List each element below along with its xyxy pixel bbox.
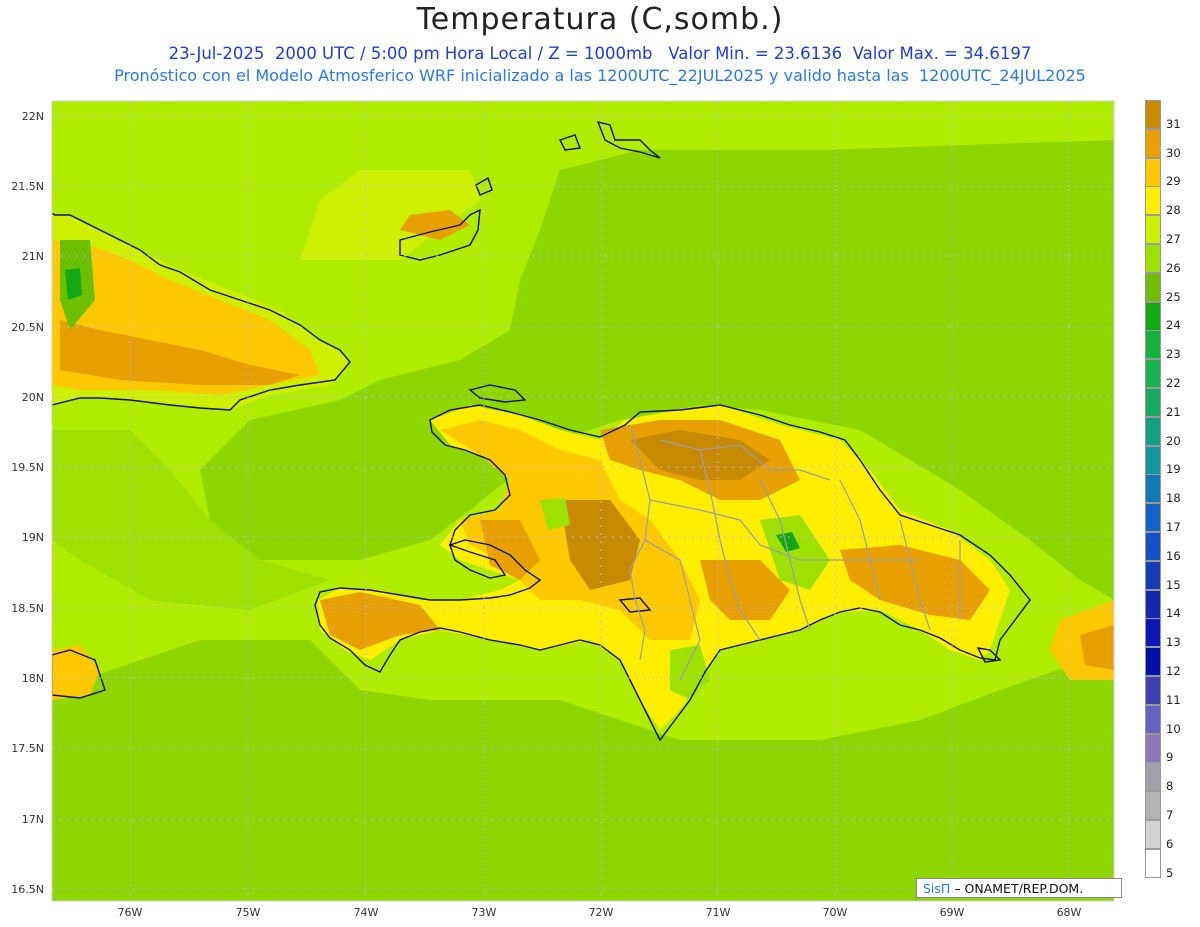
legend-label: 24 [1166, 318, 1181, 333]
legend-label: 30 [1166, 145, 1181, 160]
legend-label: 27 [1166, 232, 1181, 246]
lat-tick-18n: 18N [21, 672, 44, 685]
legend-label: 16 [1166, 548, 1181, 563]
legend-swatch [1145, 618, 1161, 648]
temperature-map [51, 100, 1115, 902]
legend-label: 20 [1166, 433, 1181, 448]
lon-tick-74w: 74W [353, 906, 379, 919]
legend-label: 29 [1166, 174, 1181, 189]
legend-swatch [1145, 676, 1161, 705]
lat-tick-19-5n: 19.5N [11, 461, 44, 474]
legend-swatch [1145, 215, 1161, 245]
legend-swatch [1145, 848, 1161, 878]
legend-label: 28 [1166, 203, 1181, 218]
legend-label: 9 [1166, 750, 1174, 765]
legend-label: 13 [1166, 635, 1181, 650]
legend-swatch [1145, 503, 1161, 533]
lon-tick-72w: 72W [588, 906, 614, 919]
lat-tick-20n: 20N [21, 391, 44, 404]
legend-swatch [1145, 330, 1161, 360]
legend-label: 26 [1166, 260, 1181, 275]
legend-swatch [1145, 244, 1161, 273]
legend-label: 18 [1166, 491, 1181, 506]
lon-tick-73w: 73W [471, 906, 497, 919]
legend-swatch [1145, 762, 1161, 792]
lat-tick-21n: 21N [21, 250, 44, 263]
legend-swatch [1145, 388, 1161, 417]
lon-tick-69w: 69W [939, 906, 965, 919]
legend-swatch [1145, 647, 1161, 677]
lon-tick-71w: 71W [705, 906, 731, 919]
lat-tick-18-5n: 18.5N [11, 602, 44, 615]
legend-label: 31 [1166, 116, 1181, 131]
legend-label: 22 [1166, 376, 1181, 390]
lat-tick-19n: 19N [21, 531, 44, 544]
credit-brand: SisΠ [923, 881, 951, 896]
legend-label: 7 [1166, 808, 1174, 822]
credit-badge: SisΠ – ONAMET/REP.DOM. [916, 878, 1122, 898]
legend-swatch [1145, 301, 1161, 331]
legend-label: 8 [1166, 779, 1174, 794]
legend-swatch [1145, 359, 1161, 389]
legend-swatch [1145, 704, 1161, 734]
legend-swatch [1145, 445, 1161, 475]
legend-swatch [1145, 128, 1161, 158]
legend-swatch [1145, 532, 1161, 561]
lat-tick-21-5n: 21.5N [11, 180, 44, 193]
legend-swatch [1145, 589, 1161, 619]
lon-tick-68w: 68W [1056, 906, 1082, 919]
legend-label: 10 [1166, 721, 1181, 736]
legend-label: 5 [1166, 865, 1174, 880]
legend-label: 23 [1166, 347, 1181, 362]
lat-tick-16-5n: 16.5N [11, 883, 44, 896]
legend-swatch [1145, 791, 1161, 821]
legend-label: 14 [1166, 606, 1181, 621]
legend-label: 12 [1166, 664, 1181, 678]
legend-label: 19 [1166, 462, 1181, 477]
legend-swatch [1145, 186, 1161, 216]
legend-label: 17 [1166, 520, 1181, 534]
legend-swatch [1145, 560, 1161, 590]
legend-swatch [1145, 100, 1161, 129]
legend-swatch [1145, 733, 1161, 763]
legend-label: 25 [1166, 289, 1181, 304]
legend-swatch [1145, 416, 1161, 446]
lon-tick-75w: 75W [235, 906, 261, 919]
legend-label: 11 [1166, 692, 1181, 707]
legend-label: 15 [1166, 577, 1181, 592]
lon-tick-76w: 76W [117, 906, 143, 919]
legend-label: 21 [1166, 404, 1181, 419]
legend-label: 6 [1166, 836, 1174, 851]
lat-tick-22n: 22N [21, 110, 44, 123]
credit-text: – ONAMET/REP.DOM. [954, 881, 1084, 896]
lat-tick-17n: 17N [21, 813, 44, 826]
legend-swatch [1145, 820, 1161, 849]
lon-tick-70w: 70W [822, 906, 848, 919]
lat-tick-20-5n: 20.5N [11, 321, 44, 334]
lat-tick-17-5n: 17.5N [11, 742, 44, 755]
legend-swatch [1145, 474, 1161, 504]
legend-swatch [1145, 157, 1161, 187]
cuba-mountain-cold [65, 268, 82, 300]
legend-swatch [1145, 272, 1161, 302]
